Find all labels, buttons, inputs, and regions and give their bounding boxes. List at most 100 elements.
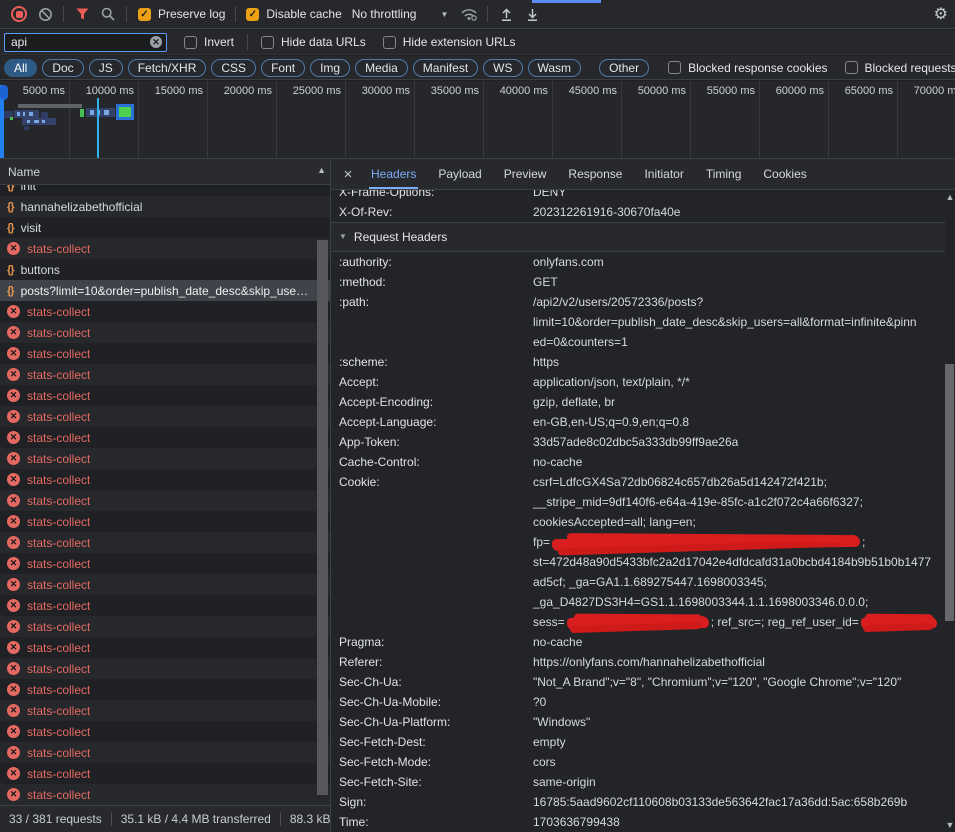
- request-row[interactable]: ✕stats-collect: [0, 238, 330, 259]
- request-row[interactable]: ✕stats-collect: [0, 385, 330, 406]
- type-filter-fetch-xhr[interactable]: Fetch/XHR: [128, 59, 207, 77]
- json-request-icon: {}: [7, 201, 14, 213]
- hide-data-urls-checkbox[interactable]: Hide data URLs: [261, 35, 366, 49]
- request-row[interactable]: ✕stats-collect: [0, 427, 330, 448]
- scroll-down-arrow-icon[interactable]: ▼: [945, 820, 955, 830]
- header-name: X-Frame-Options:: [339, 190, 533, 202]
- request-row[interactable]: ✕stats-collect: [0, 511, 330, 532]
- header-row: Sec-Fetch-Mode:cors: [331, 752, 945, 772]
- header-name: :scheme:: [339, 352, 533, 372]
- request-row[interactable]: ✕stats-collect: [0, 490, 330, 511]
- waterfall-bar: [29, 112, 33, 116]
- tab-cookies[interactable]: Cookies: [752, 159, 817, 189]
- scroll-up-arrow-icon[interactable]: ▲: [945, 192, 955, 202]
- close-details-button[interactable]: ×: [336, 166, 360, 183]
- preserve-log-checkbox[interactable]: ✓ Preserve log: [138, 7, 225, 21]
- failed-request-icon: ✕: [7, 767, 20, 780]
- request-row[interactable]: ✕stats-collect: [0, 532, 330, 553]
- request-row[interactable]: {}buttons: [0, 259, 330, 280]
- hide-extension-urls-checkbox[interactable]: Hide extension URLs: [383, 35, 516, 49]
- record-icon: [11, 6, 27, 22]
- request-row[interactable]: ✕stats-collect: [0, 322, 330, 343]
- search-button[interactable]: [95, 3, 121, 25]
- request-row[interactable]: ✕stats-collect: [0, 343, 330, 364]
- clear-filter-icon[interactable]: ✕: [150, 36, 162, 48]
- scroll-up-arrow-icon[interactable]: ▲: [317, 165, 326, 175]
- filter-input[interactable]: [4, 33, 167, 52]
- header-name: Cookie:: [339, 472, 533, 632]
- tab-preview[interactable]: Preview: [493, 159, 558, 189]
- type-filter-font[interactable]: Font: [261, 59, 305, 77]
- header-row: Time:1703636799438: [331, 812, 945, 832]
- request-row[interactable]: ✕stats-collect: [0, 763, 330, 784]
- filter-button[interactable]: [69, 3, 95, 25]
- request-row[interactable]: ✕stats-collect: [0, 469, 330, 490]
- request-row[interactable]: ✕stats-collect: [0, 721, 330, 742]
- request-row[interactable]: ✕stats-collect: [0, 574, 330, 595]
- request-row[interactable]: ✕stats-collect: [0, 658, 330, 679]
- request-row[interactable]: ✕stats-collect: [0, 595, 330, 616]
- type-filter-manifest[interactable]: Manifest: [413, 59, 478, 77]
- type-filter-other[interactable]: Other: [599, 59, 649, 77]
- settings-button[interactable]: ⚙: [934, 4, 948, 24]
- network-overview-timeline[interactable]: 5000 ms10000 ms15000 ms20000 ms25000 ms3…: [0, 81, 955, 159]
- blocked-requests-checkbox[interactable]: Blocked requests: [845, 61, 955, 75]
- header-name: Pragma:: [339, 632, 533, 652]
- timeline-gridline: [207, 81, 208, 158]
- request-row[interactable]: {}hannahelizabethofficial: [0, 196, 330, 217]
- redaction-scribble: [567, 616, 709, 630]
- type-filter-all[interactable]: All: [4, 59, 37, 77]
- request-row[interactable]: {}posts?limit=10&order=publish_date_desc…: [0, 280, 330, 301]
- type-filter-img[interactable]: Img: [310, 59, 350, 77]
- network-conditions-button[interactable]: [456, 3, 482, 25]
- import-har-button[interactable]: [493, 3, 519, 25]
- request-row[interactable]: ✕stats-collect: [0, 448, 330, 469]
- tab-timing[interactable]: Timing: [695, 159, 753, 189]
- invert-checkbox[interactable]: Invert: [184, 35, 234, 49]
- failed-request-icon: ✕: [7, 557, 20, 570]
- type-filter-js[interactable]: JS: [89, 59, 123, 77]
- request-row[interactable]: ✕stats-collect: [0, 742, 330, 763]
- request-row[interactable]: ✕stats-collect: [0, 364, 330, 385]
- requests-scrollbar-thumb[interactable]: [317, 240, 328, 795]
- chevron-down-icon: ▼: [440, 10, 448, 19]
- type-filter-ws[interactable]: WS: [483, 59, 522, 77]
- request-row[interactable]: ✕stats-collect: [0, 406, 330, 427]
- tab-payload[interactable]: Payload: [427, 159, 492, 189]
- request-row[interactable]: ✕stats-collect: [0, 616, 330, 637]
- request-headers-section[interactable]: ▼Request Headers: [331, 223, 945, 252]
- request-row[interactable]: {}visit: [0, 217, 330, 238]
- type-filter-wasm[interactable]: Wasm: [528, 59, 582, 77]
- type-filter-css[interactable]: CSS: [211, 59, 256, 77]
- disable-cache-checkbox[interactable]: ✓ Disable cache: [246, 7, 341, 21]
- tab-initiator[interactable]: Initiator: [633, 159, 694, 189]
- record-button[interactable]: [6, 3, 32, 25]
- header-row: :method:GET: [331, 272, 945, 292]
- header-name: Accept:: [339, 372, 533, 392]
- waterfall-bar: [10, 117, 13, 120]
- request-row[interactable]: ✕stats-collect: [0, 700, 330, 721]
- overview-window-handle[interactable]: [0, 85, 8, 100]
- request-row[interactable]: ✕stats-collect: [0, 301, 330, 322]
- type-filter-doc[interactable]: Doc: [42, 59, 83, 77]
- request-row[interactable]: ✕stats-collect: [0, 679, 330, 700]
- request-row[interactable]: ✕stats-collect: [0, 784, 330, 805]
- search-icon: [101, 7, 115, 21]
- tab-response[interactable]: Response: [557, 159, 633, 189]
- details-scrollbar-thumb[interactable]: [945, 364, 954, 621]
- name-column-header[interactable]: Name: [0, 159, 330, 185]
- header-value: "Windows": [533, 712, 945, 732]
- timeline-tick-label: 30000 ms: [362, 85, 410, 97]
- export-har-button[interactable]: [519, 3, 545, 25]
- request-row[interactable]: ✕stats-collect: [0, 553, 330, 574]
- throttling-select[interactable]: No throttling ▼: [352, 7, 449, 21]
- request-row[interactable]: ✕stats-collect: [0, 637, 330, 658]
- tab-headers[interactable]: Headers: [360, 159, 427, 189]
- type-filter-media[interactable]: Media: [355, 59, 408, 77]
- blocked-response-cookies-checkbox[interactable]: Blocked response cookies: [668, 61, 827, 75]
- preserve-log-label: Preserve log: [158, 7, 225, 21]
- request-row[interactable]: {}init: [0, 185, 330, 196]
- request-count: 33 / 381 requests: [9, 812, 102, 826]
- header-row: Accept:application/json, text/plain, */*: [331, 372, 945, 392]
- clear-button[interactable]: [32, 3, 58, 25]
